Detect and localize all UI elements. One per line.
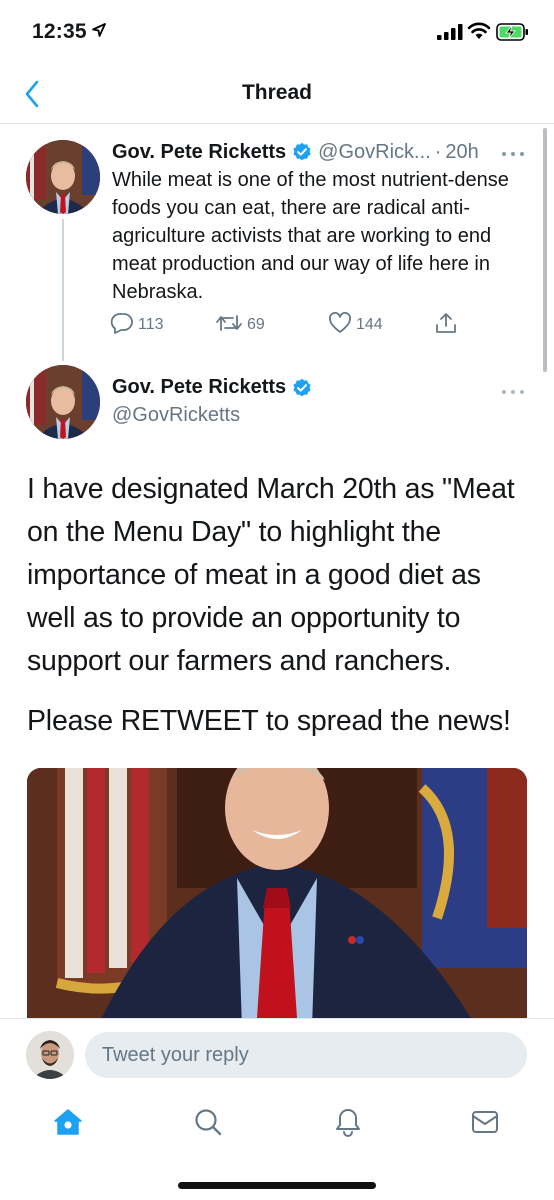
tweet-actions: 113 69 144 — [110, 311, 470, 340]
tab-messages[interactable] — [463, 1104, 507, 1144]
tweet-header: Gov. Pete Ricketts @GovRick... · 20h — [112, 138, 532, 166]
verified-badge-icon — [292, 378, 312, 398]
retweet-icon — [215, 312, 243, 339]
bell-icon — [334, 1107, 362, 1142]
home-icon — [53, 1108, 83, 1141]
author-name[interactable]: Gov. Pete Ricketts — [112, 141, 286, 164]
location-arrow-icon — [91, 22, 107, 43]
more-options-icon[interactable] — [500, 384, 526, 394]
author-handle[interactable]: @GovRicketts — [112, 404, 240, 427]
share-icon — [434, 311, 458, 340]
tab-search[interactable] — [186, 1104, 230, 1144]
mail-icon — [470, 1109, 500, 1140]
author-name[interactable]: Gov. Pete Ricketts — [112, 376, 286, 399]
focused-tweet: Gov. Pete Ricketts @GovRicketts I have d… — [0, 360, 554, 1028]
like-button[interactable]: 144 — [328, 311, 383, 339]
heart-icon — [328, 311, 352, 339]
thread-connector-line — [62, 219, 64, 361]
tweet-photo[interactable] — [27, 768, 527, 1028]
battery-charging-icon — [496, 22, 530, 47]
status-bar: 12:35 — [0, 0, 554, 64]
user-avatar[interactable] — [26, 1031, 74, 1079]
nav-bar: Thread — [0, 64, 554, 124]
verified-badge-icon — [292, 142, 312, 162]
wifi-icon — [467, 22, 491, 45]
retweet-count: 69 — [247, 316, 265, 333]
tab-bar — [0, 1090, 554, 1200]
thread-parent-tweet[interactable]: Gov. Pete Ricketts @GovRick... · 20h Whi… — [0, 124, 554, 361]
reply-count: 113 — [138, 316, 164, 333]
reply-bar — [0, 1018, 554, 1090]
status-time: 12:35 — [32, 20, 87, 43]
like-count: 144 — [356, 316, 383, 333]
home-indicator[interactable] — [178, 1182, 376, 1189]
reply-icon — [110, 312, 134, 339]
tweet-text-secondary: Please RETWEET to spread the news! — [27, 705, 511, 737]
avatar[interactable] — [26, 365, 100, 439]
reply-input[interactable] — [85, 1032, 527, 1078]
author-handle: @GovRick... — [318, 140, 431, 163]
tweet-text: I have designated March 20th as "Meat on… — [27, 473, 515, 677]
tab-notifications[interactable] — [326, 1104, 370, 1144]
page-title: Thread — [241, 81, 312, 104]
avatar[interactable] — [26, 140, 100, 214]
cellular-signal-icon — [437, 24, 463, 45]
share-button[interactable] — [434, 312, 458, 338]
time-separator: · — [434, 140, 442, 163]
tweet-time: 20h — [445, 140, 479, 163]
search-icon — [193, 1107, 223, 1142]
tab-home[interactable] — [46, 1104, 90, 1144]
reply-button[interactable]: 113 — [110, 312, 164, 338]
retweet-button[interactable]: 69 — [215, 312, 265, 338]
author-name-row[interactable]: Gov. Pete Ricketts — [112, 376, 312, 399]
tweet-text: While meat is one of the most nutrient-d… — [112, 169, 509, 303]
more-options-icon[interactable] — [500, 146, 526, 156]
